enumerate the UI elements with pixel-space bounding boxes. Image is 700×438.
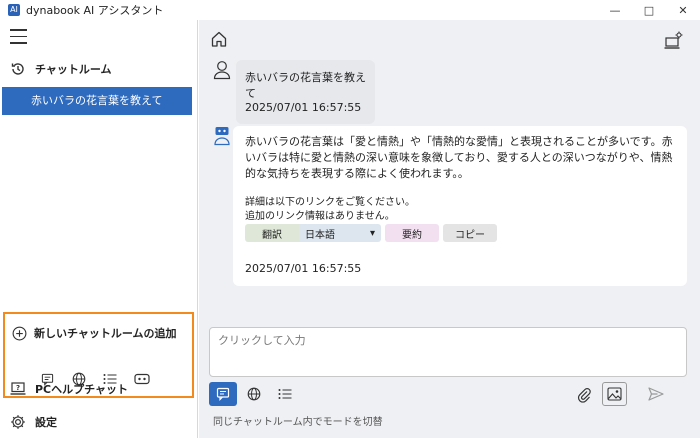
mode-switcher — [209, 382, 302, 406]
paperclip-icon[interactable] — [577, 387, 591, 406]
new-room-button[interactable]: 新しいチャットルームの追加 — [12, 325, 177, 341]
pc-help-label: PCヘルプチャット — [35, 383, 129, 396]
mode-hint-text: 同じチャットルーム内でモードを切替 — [213, 417, 383, 428]
app-icon: AI — [8, 4, 20, 16]
history-icon — [11, 63, 24, 75]
copy-button[interactable]: コピー — [443, 224, 497, 242]
settings-label: 設定 — [35, 416, 57, 429]
chat-panel: 赤いバラの花言葉を教えて 2025/07/01 16:57:55 赤いバラの花言… — [199, 20, 700, 438]
maximize-button[interactable]: □ — [632, 0, 666, 20]
ai-message-actions: 翻訳 日本語 ▾ 要約 コピー — [245, 224, 497, 242]
ai-message-bubble: 赤いバラの花言葉は「愛と情熱」や「情熱的な愛情」と表現されることが多いです。赤い… — [233, 126, 687, 286]
pc-settings-icon[interactable] — [664, 30, 684, 53]
translate-button[interactable]: 翻訳 — [245, 224, 299, 242]
pc-help-chat-item[interactable]: ? PCヘルプチャット — [10, 381, 128, 397]
window-title: dynabook AI アシスタント — [26, 4, 164, 17]
chatroom-item-active[interactable]: 赤いバラの花言葉を教えて — [2, 87, 192, 115]
chatroom-label: チャットルーム — [35, 63, 112, 76]
plus-circle-icon — [12, 326, 27, 340]
title-bar: AI dynabook AI アシスタント — □ ✕ — [0, 0, 700, 20]
laptop-help-icon: ? — [10, 382, 26, 395]
image-upload-button[interactable] — [602, 382, 627, 406]
list-mode-button[interactable] — [271, 382, 299, 406]
user-avatar-icon — [213, 60, 231, 83]
language-select[interactable]: 日本語 ▾ — [299, 224, 381, 242]
close-button[interactable]: ✕ — [666, 0, 700, 20]
svg-text:?: ? — [16, 384, 20, 392]
ai-message-timestamp: 2025/07/01 16:57:55 — [245, 262, 362, 275]
user-message-text: 赤いバラの花言葉を教えて — [245, 71, 366, 100]
details-line-2: 追加のリンク情報はありません。 — [245, 211, 395, 222]
image-icon — [607, 387, 622, 401]
ai-avatar-icon — [213, 126, 231, 149]
send-icon[interactable] — [648, 387, 664, 404]
user-message-bubble: 赤いバラの花言葉を教えて 2025/07/01 16:57:55 — [236, 60, 375, 124]
settings-item[interactable]: 設定 — [10, 414, 57, 430]
menu-icon[interactable] — [10, 29, 30, 45]
chatroom-header[interactable]: チャットルーム — [10, 61, 112, 77]
robot-icon[interactable] — [134, 371, 165, 387]
gear-icon — [11, 415, 25, 429]
web-mode-button[interactable] — [240, 382, 268, 406]
message-input[interactable]: クリックして入力 — [209, 327, 687, 377]
window-controls: — □ ✕ — [598, 0, 700, 20]
chevron-down-icon: ▾ — [369, 227, 375, 239]
new-room-label: 新しいチャットルームの追加 — [34, 327, 177, 340]
language-value: 日本語 — [305, 229, 335, 241]
details-line-1: 詳細は以下のリンクをご覧ください。 — [245, 197, 415, 208]
summarize-button[interactable]: 要約 — [385, 224, 439, 242]
chat-mode-button[interactable] — [209, 382, 237, 406]
ai-message-details: 詳細は以下のリンクをご覧ください。 追加のリンク情報はありません。 — [245, 196, 415, 224]
list-icon — [278, 389, 292, 399]
sidebar: チャットルーム 赤いバラの花言葉を教えて 新しいチャットルームの追加 ? PCヘ… — [0, 20, 198, 438]
chat-icon — [216, 387, 230, 401]
home-icon[interactable] — [210, 30, 228, 51]
minimize-button[interactable]: — — [598, 0, 632, 20]
user-message-timestamp: 2025/07/01 16:57:55 — [245, 101, 362, 114]
ai-message-text: 赤いバラの花言葉は「愛と情熱」や「情熱的な愛情」と表現されることが多いです。赤い… — [245, 135, 673, 180]
globe-icon — [247, 387, 261, 401]
